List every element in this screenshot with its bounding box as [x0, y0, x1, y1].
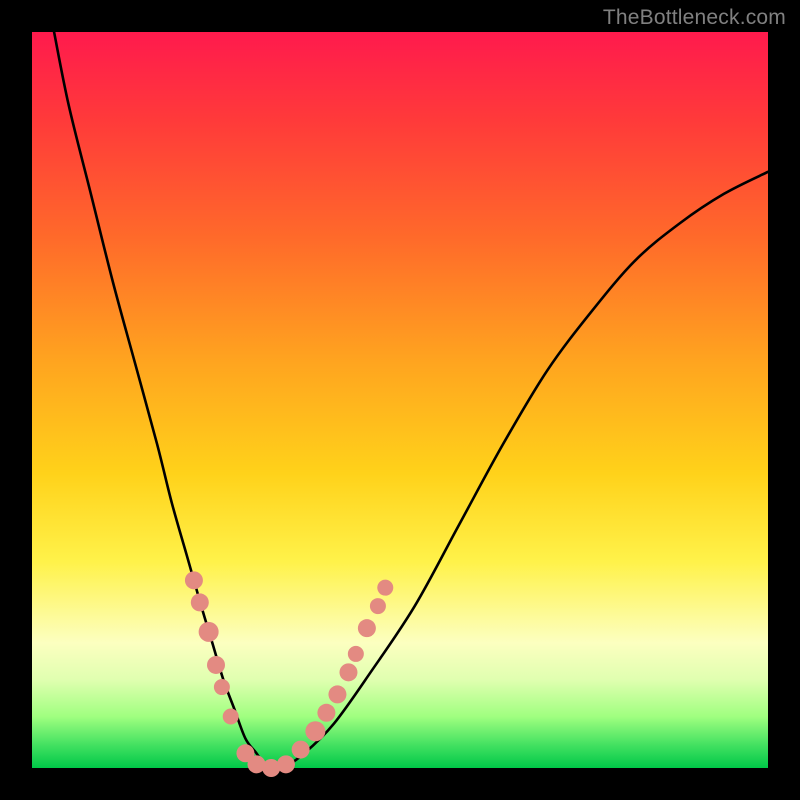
- chart-svg: [32, 32, 768, 768]
- highlight-dot: [377, 580, 393, 596]
- highlight-dot: [317, 704, 335, 722]
- highlight-dot: [214, 679, 230, 695]
- chart-plot-area: [32, 32, 768, 768]
- highlight-dot: [348, 646, 364, 662]
- bottleneck-curve: [54, 32, 768, 770]
- highlight-dot: [277, 755, 295, 773]
- highlight-dot: [191, 593, 209, 611]
- highlight-dot: [339, 663, 357, 681]
- highlight-dot: [199, 622, 219, 642]
- highlight-dot: [292, 741, 310, 759]
- highlight-dot: [305, 721, 325, 741]
- highlight-dot: [185, 571, 203, 589]
- highlight-dot: [358, 619, 376, 637]
- watermark-text: TheBottleneck.com: [603, 6, 786, 30]
- highlight-dot: [328, 685, 346, 703]
- highlight-dots: [185, 571, 393, 777]
- highlight-dot: [370, 598, 386, 614]
- highlight-dot: [207, 656, 225, 674]
- chart-frame: TheBottleneck.com: [0, 0, 800, 800]
- highlight-dot: [223, 708, 239, 724]
